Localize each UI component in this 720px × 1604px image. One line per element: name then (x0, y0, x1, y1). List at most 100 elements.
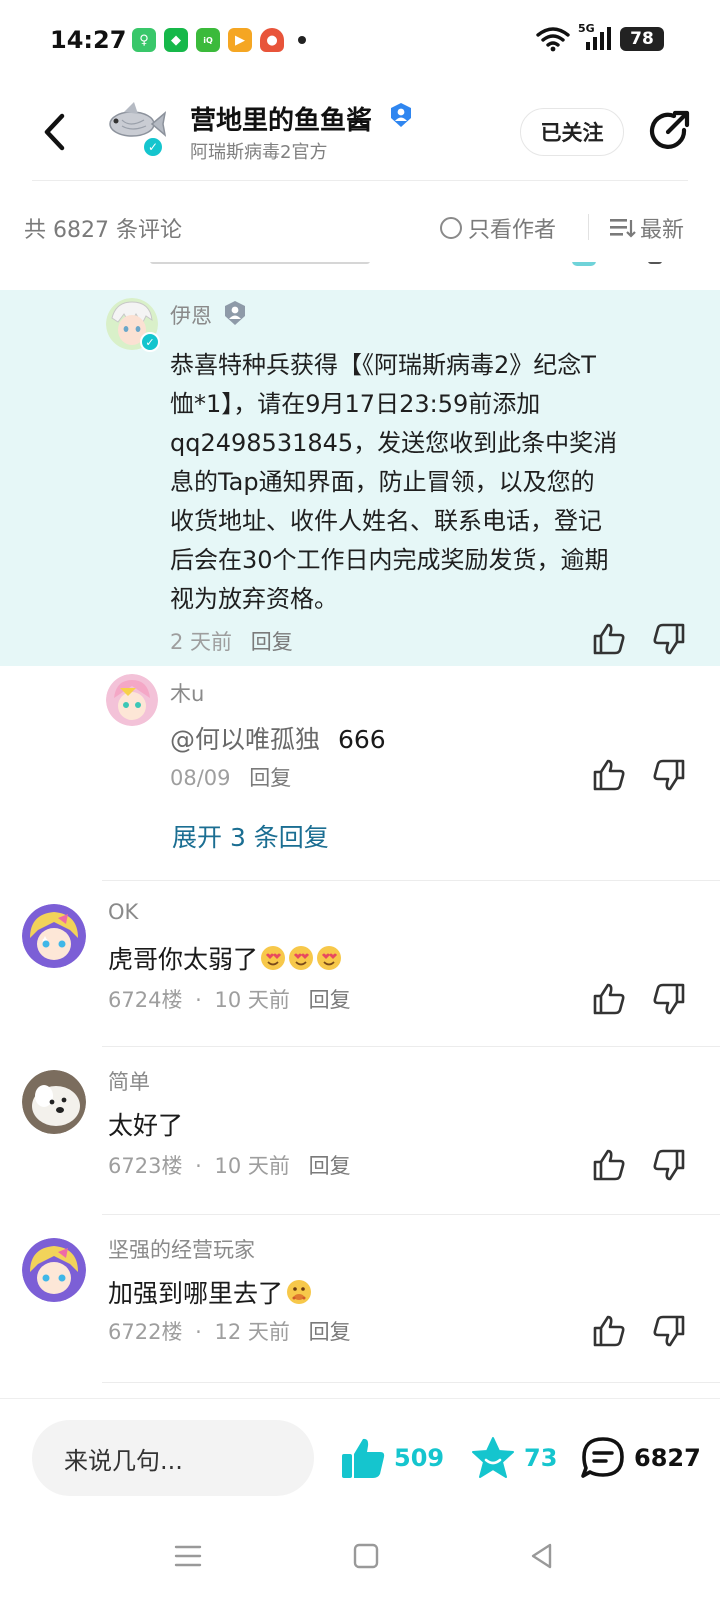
reply-user-name[interactable]: 木u (170, 678, 204, 708)
comment-avatar[interactable] (22, 904, 86, 968)
comment-user-name[interactable]: 坚强的经营玩家 (108, 1234, 255, 1264)
reply-button[interactable]: 回复 (249, 766, 291, 790)
sort-button[interactable]: 最新 (610, 212, 684, 244)
reply-line: 收货地址、收件人姓名、联系电话，登记 (170, 507, 602, 535)
comment-floor: 6722楼 (108, 1320, 183, 1344)
notification-icons: ♀ ◆ iQ ▶ ● (132, 28, 306, 52)
like-button[interactable]: 509 (340, 1436, 444, 1480)
favorite-button[interactable]: 73 (470, 1436, 557, 1480)
thumbs-up-icon[interactable] (592, 1314, 626, 1348)
back-nav-icon[interactable] (528, 1542, 556, 1570)
reply-line: qq2498531845，发送您收到此条中奖消 (170, 429, 618, 457)
wechat-notification-icon: ◆ (164, 28, 188, 52)
comment-text: 太好了 (108, 1111, 184, 1140)
comment-count: 共 6827 条评论 (24, 218, 182, 243)
reply-text: @何以唯孤独 666 (170, 720, 386, 756)
expand-replies-link[interactable]: 展开 3 条回复 (172, 818, 329, 854)
reply-avatar-mu[interactable] (106, 674, 158, 726)
comment-user-name[interactable]: 简单 (108, 1066, 150, 1096)
clipped-previous-row (0, 262, 720, 274)
comment-count-total: 6827 (634, 1444, 701, 1472)
filter-separator (588, 214, 589, 240)
reply-meta: 08/09 回复 (170, 762, 291, 792)
star-filled-icon (472, 1437, 514, 1478)
comment-body: 加强到哪里去了 (108, 1274, 313, 1310)
mention-link[interactable]: @何以唯孤独 (170, 725, 320, 754)
battery-indicator: 78 (620, 27, 664, 51)
thumbs-down-icon[interactable] (652, 622, 686, 656)
header-divider (32, 180, 688, 181)
reply-button[interactable]: 回复 (251, 630, 293, 654)
comment-floor: 6724楼 (108, 988, 183, 1012)
thumbs-down-icon[interactable] (652, 1314, 686, 1348)
video-notification-icon: ▶ (228, 28, 252, 52)
verified-badge-icon: ✓ (142, 136, 164, 158)
reply-line: 恤*1】，请在9月17日23:59前添加 (170, 390, 541, 418)
comment-floor: 6723楼 (108, 1154, 183, 1178)
emoji-group (260, 945, 342, 971)
iqiyi-notification-icon: iQ (196, 28, 220, 52)
thumbs-up-filled-icon (342, 1438, 385, 1478)
back-button[interactable] (34, 108, 74, 156)
status-time: 14:27 (50, 26, 127, 54)
home-icon[interactable] (352, 1542, 380, 1570)
author-avatar[interactable]: ✓ (104, 98, 167, 158)
comments-button[interactable]: 6827 (580, 1436, 701, 1480)
signal-icon: 5G (578, 22, 612, 52)
author-only-toggle[interactable]: 只看作者 (440, 212, 556, 244)
bottom-bar-divider (0, 1398, 720, 1399)
thumbs-down-icon[interactable] (652, 982, 686, 1016)
anime-avatar-image (22, 1238, 86, 1302)
anime-avatar-image (106, 674, 158, 726)
follow-button[interactable]: 已关注 (520, 108, 624, 156)
menu-icon[interactable] (174, 1542, 202, 1570)
game-notification-icon: ● (260, 28, 284, 52)
radio-unchecked-icon (440, 217, 462, 239)
status-bar: 14:27 ♀ ◆ iQ ▶ ● 5G 78 (0, 0, 720, 84)
dog-avatar-image (22, 1070, 86, 1134)
verified-badge-icon: ✓ (140, 332, 160, 352)
comment-avatar[interactable] (22, 1238, 86, 1302)
like-count: 509 (394, 1444, 445, 1472)
heart-eyes-emoji-icon (261, 946, 286, 970)
comment-time: 12 天前 (214, 1320, 290, 1344)
anime-avatar-image (22, 904, 86, 968)
thumbs-up-icon[interactable] (592, 622, 626, 656)
comment-user-name[interactable]: OK (108, 900, 138, 924)
reply-button[interactable]: 回复 (309, 988, 351, 1012)
row-divider (102, 1214, 720, 1215)
comment-meta: 6722楼 · 12 天前 回复 (108, 1320, 351, 1344)
author-subtitle: 阿瑞斯病毒2官方 (190, 142, 328, 163)
comment-avatar[interactable] (22, 1070, 86, 1134)
reply-button[interactable]: 回复 (309, 1154, 351, 1178)
comment-meta: 6724楼 · 10 天前 回复 (108, 988, 351, 1012)
thumbs-down-icon[interactable] (652, 1148, 686, 1182)
reply-button[interactable]: 回复 (309, 1320, 351, 1344)
more-notifications-icon (298, 36, 306, 44)
heart-eyes-emoji-icon (317, 946, 342, 970)
comment-text: 加强到哪里去了 (108, 1279, 284, 1308)
comment-input[interactable]: 来说几句... (32, 1420, 314, 1496)
reply-time: 2 天前 (170, 630, 233, 654)
author-only-label: 只看作者 (468, 218, 557, 243)
reply-time: 08/09 (170, 766, 231, 790)
author-name[interactable]: 营地里的鱼鱼酱 (190, 100, 372, 137)
reply-meta: 2 天前 回复 (170, 626, 293, 656)
row-divider (102, 1046, 720, 1047)
comment-bubble-icon (581, 1437, 624, 1478)
thumbs-up-icon[interactable] (592, 1148, 626, 1182)
reply-line: 息的Tap通知界面，防止冒领，以及您的 (170, 468, 595, 496)
comment-time: 10 天前 (214, 988, 290, 1012)
sort-icon (610, 219, 636, 238)
thumbs-up-icon[interactable] (592, 758, 626, 792)
reply-user-name[interactable]: 伊恩 (170, 300, 212, 330)
comment-meta: 6723楼 · 10 天前 回复 (108, 1154, 351, 1178)
app-notification-icon: ♀ (132, 28, 156, 52)
wifi-icon (536, 27, 570, 52)
share-button[interactable] (646, 108, 692, 154)
thumbs-down-icon[interactable] (652, 758, 686, 792)
thumbs-up-icon[interactable] (592, 982, 626, 1016)
official-badge-icon (391, 103, 411, 127)
heart-eyes-emoji-icon (289, 946, 314, 970)
reply-text: 恭喜特种兵获得【《阿瑞斯病毒2》纪念T 恤*1】，请在9月17日23:59前添加… (170, 346, 690, 619)
